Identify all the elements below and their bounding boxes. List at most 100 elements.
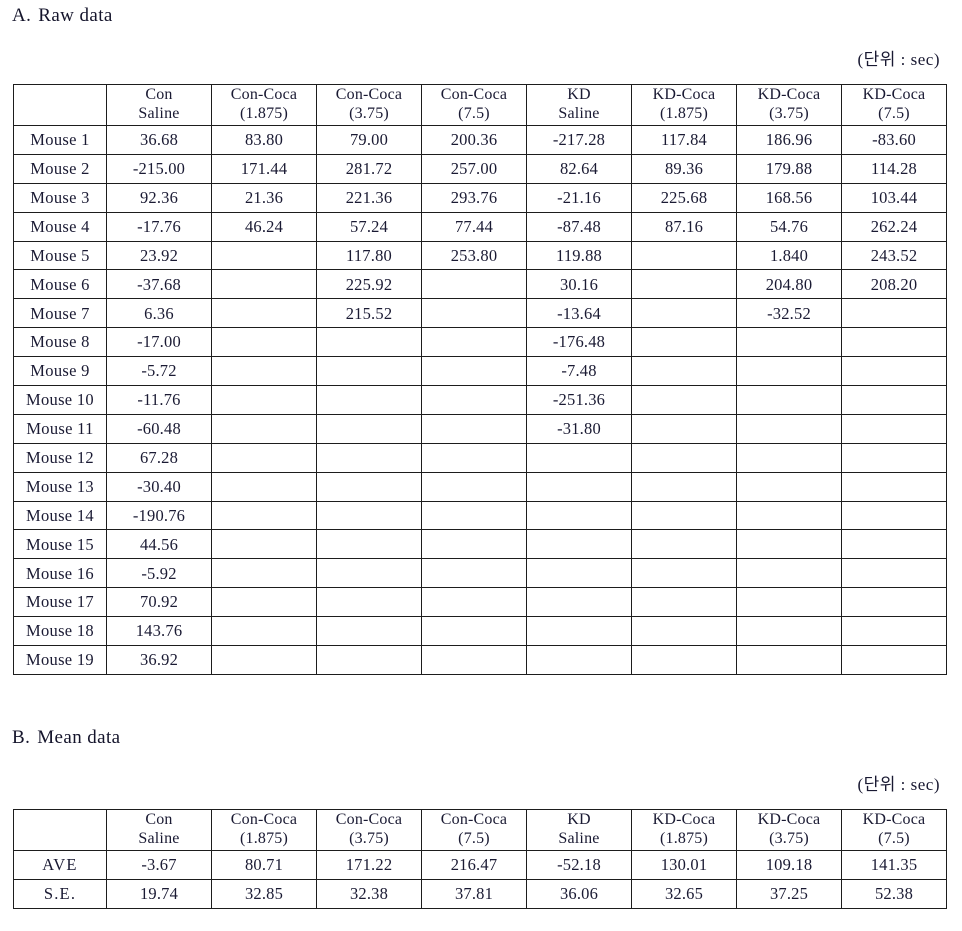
data-cell	[631, 442, 737, 473]
data-cell: -30.40	[106, 471, 212, 502]
data-cell	[316, 471, 422, 502]
data-cell	[841, 356, 947, 387]
data-cell	[211, 471, 317, 502]
data-cell	[421, 471, 527, 502]
table-row: Mouse 14 -190.76	[13, 500, 947, 531]
data-cell	[631, 269, 737, 300]
data-cell	[841, 616, 947, 647]
column-header-2: Con-Coca (3.75)	[316, 84, 422, 126]
mean-data-table: Con Saline Con-Coca (1.875) Con-Coca (3.75) Co…	[13, 809, 947, 909]
data-cell: 6.36	[106, 298, 212, 329]
data-cell: -176.48	[526, 327, 632, 358]
data-cell: 109.18	[736, 850, 842, 880]
data-cell: 32.38	[316, 878, 422, 909]
section-a-letter: A.	[12, 5, 32, 26]
data-cell	[631, 471, 737, 502]
data-cell	[421, 500, 527, 531]
data-cell: 103.44	[841, 182, 947, 213]
column-header-line1: KD-Coca	[862, 86, 926, 104]
data-cell: 262.24	[841, 211, 947, 242]
column-header-line1: Con-Coca	[335, 811, 403, 829]
data-cell	[421, 413, 527, 444]
data-cell: -52.18	[526, 850, 632, 880]
data-cell	[736, 558, 842, 589]
column-header-3: Con-Coca (7.5)	[421, 84, 527, 126]
data-cell: -60.48	[106, 413, 212, 444]
data-cell	[631, 385, 737, 415]
data-cell	[316, 413, 422, 444]
column-header-line2: (1.875)	[239, 830, 289, 847]
data-cell	[316, 442, 422, 473]
table-row: AVE -3.67 80.71 171.22 216.47 -52.18 130.01 109…	[13, 850, 947, 880]
column-header-3: Con-Coca (7.5)	[421, 809, 527, 851]
column-header-line2: (7.5)	[878, 105, 910, 122]
data-cell: 215.52	[316, 298, 422, 329]
data-cell: -3.67	[106, 850, 212, 880]
table-row: Mouse 16 -5.92	[13, 558, 947, 589]
data-cell	[316, 327, 422, 358]
data-cell: 57.24	[316, 211, 422, 242]
column-header-1: Con-Coca (1.875)	[211, 84, 317, 126]
data-cell	[841, 442, 947, 473]
data-cell	[421, 616, 527, 647]
data-cell	[631, 240, 737, 271]
column-header-line2: Saline	[138, 830, 180, 847]
data-cell	[736, 645, 842, 675]
data-cell: 77.44	[421, 211, 527, 242]
column-header-0: Con Saline	[106, 84, 212, 126]
data-cell: 36.68	[106, 125, 212, 155]
row-label-mouse: Mouse 9	[13, 356, 107, 387]
column-header-line2: (1.875)	[659, 830, 709, 847]
data-cell	[316, 616, 422, 647]
section-b-heading: B. Mean data	[12, 727, 121, 749]
data-cell	[736, 413, 842, 444]
table-row: Mouse 12 67.28	[13, 442, 947, 473]
data-cell	[316, 587, 422, 618]
row-label-mouse: Mouse 2	[13, 153, 107, 184]
row-label-mouse: Mouse 10	[13, 385, 107, 415]
mean-header-row: Con Saline Con-Coca (1.875) Con-Coca (3.75) Co…	[13, 809, 947, 851]
data-cell: 23.92	[106, 240, 212, 271]
data-cell: 79.00	[316, 125, 422, 155]
data-cell	[841, 500, 947, 531]
row-label-mouse: Mouse 15	[13, 529, 107, 560]
column-header-0: Con Saline	[106, 809, 212, 851]
data-cell: 208.20	[841, 269, 947, 300]
column-header-line1: KD	[567, 811, 591, 829]
data-cell: 119.88	[526, 240, 632, 271]
data-cell: 114.28	[841, 153, 947, 184]
column-header-line2: (3.75)	[349, 830, 389, 847]
data-cell: 130.01	[631, 850, 737, 880]
data-cell	[841, 298, 947, 329]
raw-table-body: Mouse 1 36.68 83.80 79.00 200.36 -217.28 117.8…	[13, 125, 947, 675]
section-b-letter: B.	[12, 727, 31, 748]
mean-table-body: AVE -3.67 80.71 171.22 216.47 -52.18 130.01 109…	[13, 850, 947, 909]
column-header-line2: (7.5)	[458, 105, 490, 122]
data-cell: 82.64	[526, 153, 632, 184]
data-cell: -37.68	[106, 269, 212, 300]
data-cell: 67.28	[106, 442, 212, 473]
data-cell	[316, 645, 422, 675]
table-row: Mouse 1 36.68 83.80 79.00 200.36 -217.28 117.8…	[13, 125, 947, 155]
data-cell: 293.76	[421, 182, 527, 213]
data-cell	[526, 471, 632, 502]
column-header-line1: Con-Coca	[230, 86, 298, 104]
data-cell	[631, 298, 737, 329]
data-cell	[211, 327, 317, 358]
data-cell	[841, 327, 947, 358]
data-cell	[631, 558, 737, 589]
data-cell	[316, 500, 422, 531]
data-cell: 168.56	[736, 182, 842, 213]
column-header-6: KD-Coca (3.75)	[736, 84, 842, 126]
data-cell	[736, 500, 842, 531]
data-cell: 36.92	[106, 645, 212, 675]
data-cell	[736, 327, 842, 358]
data-cell: 117.84	[631, 125, 737, 155]
row-label-mouse: Mouse 5	[13, 240, 107, 271]
data-cell	[841, 587, 947, 618]
data-cell	[211, 558, 317, 589]
data-cell: -32.52	[736, 298, 842, 329]
table-row: Mouse 8 -17.00 -176.48	[13, 327, 947, 358]
data-cell	[526, 558, 632, 589]
data-cell	[526, 500, 632, 531]
